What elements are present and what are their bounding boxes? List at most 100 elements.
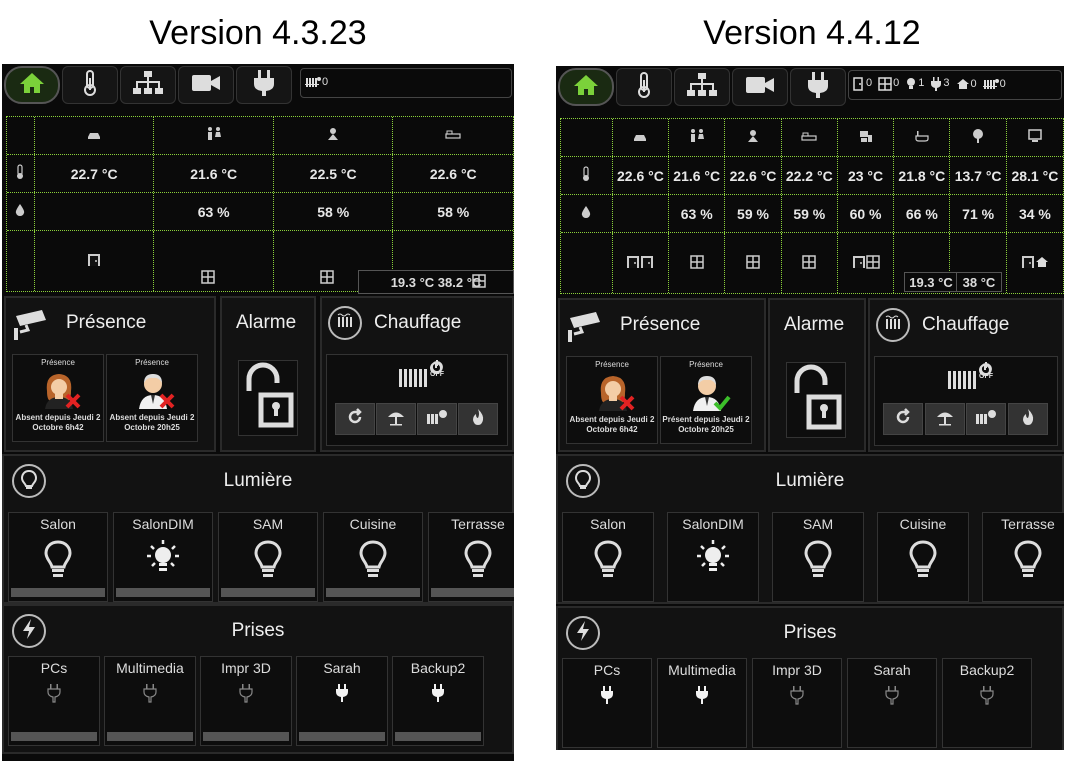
plug-tile[interactable]: Backup2 — [942, 658, 1032, 748]
nav-home-button[interactable] — [4, 66, 60, 104]
humidity-value: 58 % — [317, 203, 350, 220]
heat-auto-button[interactable] — [335, 403, 375, 435]
refresh-icon — [346, 407, 364, 431]
top-nav — [4, 66, 294, 104]
light-tile[interactable]: Terrasse — [428, 512, 514, 602]
grid-cell[interactable] — [154, 231, 274, 291]
light-tile[interactable]: SAM — [218, 512, 318, 602]
outdoor-temp-readout: 19.3 °C — [904, 272, 958, 292]
dashboard-panel-left: 0 22.7 °C 21.6 °C 22.5 °C 22.6 °C 63 % 58 % 58 … — [2, 64, 514, 761]
presence-card[interactable]: Présence Absent depuis Jeudi 2 Octobre 6h… — [566, 356, 658, 444]
nav-camera-button[interactable] — [732, 68, 788, 106]
plugs-section: Prises PCs Multimedia Impr 3D Sarah Backup2 — [2, 604, 514, 754]
humidity-value: 59 % — [793, 205, 826, 222]
alarm-toggle[interactable] — [238, 360, 298, 436]
light-label: Salon — [590, 516, 626, 532]
grid-cell: 22.6 °C — [393, 155, 513, 192]
status-count: 0 — [893, 76, 900, 89]
dimmer-slider[interactable] — [11, 588, 105, 597]
light-label: SAM — [802, 516, 834, 532]
presence-card[interactable]: Présence Absent depuis Jeudi 2 Octobre 20… — [106, 354, 198, 442]
grid-cell[interactable] — [1007, 233, 1063, 293]
plug-tile[interactable]: Multimedia — [657, 658, 747, 748]
nav-temperature-button[interactable] — [616, 68, 672, 106]
plug-tile[interactable]: PCs — [8, 656, 100, 746]
grid-row-header — [7, 117, 35, 154]
plug-tile[interactable]: PCs — [562, 658, 652, 748]
bulb-off-icon — [357, 539, 389, 579]
heat-comfort-button[interactable] — [1007, 403, 1048, 435]
light-label: SAM — [252, 516, 284, 532]
humidity-value: 58 % — [437, 203, 470, 220]
window-icon — [802, 254, 817, 272]
bath-icon — [915, 130, 929, 145]
light-tile[interactable]: SalonDIM — [113, 512, 213, 602]
presence-card[interactable]: Présence Absent depuis Jeudi 2 Octobre 6h… — [12, 354, 104, 442]
plug-tile[interactable]: Impr 3D — [752, 658, 842, 748]
presence-card[interactable]: Présence Présent depuis Jeudi 2 Octobre 2… — [660, 356, 752, 444]
grid-row: 63 % 58 % 58 % — [7, 193, 513, 231]
humidity-value: 60 % — [849, 205, 882, 222]
heat-holiday-button[interactable] — [376, 403, 416, 435]
light-label: Terrasse — [1001, 516, 1055, 532]
grid-cell: 21.6 °C — [669, 157, 726, 194]
nav-plugs-button[interactable] — [236, 66, 292, 104]
grid-cell[interactable] — [725, 233, 782, 293]
presence-card-header: Présence — [135, 358, 169, 367]
light-tile[interactable]: SalonDIM — [667, 512, 759, 602]
dimmer-slider[interactable] — [116, 588, 210, 597]
door-icon — [626, 255, 640, 272]
status-bar: 0 — [300, 68, 512, 98]
plug-tile[interactable]: Sarah — [296, 656, 388, 746]
light-label: Terrasse — [451, 516, 505, 532]
grid-cell: 66 % — [894, 195, 951, 232]
dimmer-slider[interactable] — [326, 588, 420, 597]
nav-network-button[interactable] — [674, 68, 730, 106]
heat-auto-button[interactable] — [883, 403, 923, 435]
light-tile[interactable]: Salon — [562, 512, 654, 602]
plugs-title: Prises — [231, 620, 285, 641]
alarm-toggle[interactable] — [786, 362, 846, 438]
plug-label: Backup2 — [959, 662, 1015, 678]
grid-cell[interactable] — [669, 233, 726, 293]
nav-camera-button[interactable] — [178, 66, 234, 104]
grid-cell: 21.6 °C — [154, 155, 274, 192]
plug-tile[interactable]: Backup2 — [392, 656, 484, 746]
heat-eco-button[interactable] — [417, 403, 457, 435]
plug-on-icon — [694, 685, 710, 705]
tree-icon — [972, 129, 984, 146]
plug-status-bar — [299, 732, 385, 741]
heat-comfort-button[interactable] — [458, 403, 498, 435]
heat-eco-button[interactable] — [966, 403, 1006, 435]
light-tile[interactable]: Salon — [8, 512, 108, 602]
grid-cell: 22.6 °C — [613, 157, 670, 194]
grid-cell[interactable] — [838, 233, 895, 293]
nav-home-button[interactable] — [558, 68, 614, 106]
light-tile[interactable]: SAM — [772, 512, 864, 602]
light-tile[interactable]: Cuisine — [877, 512, 969, 602]
nav-temperature-button[interactable] — [62, 66, 118, 104]
status-item: 0 — [878, 77, 899, 94]
plug-tile[interactable]: Multimedia — [104, 656, 196, 746]
grid-cell: 22.2 °C — [782, 157, 838, 194]
grid-cell[interactable] — [35, 231, 155, 291]
dimmer-slider[interactable] — [221, 588, 315, 597]
heat-holiday-button[interactable] — [924, 403, 965, 435]
nav-plugs-button[interactable] — [790, 68, 846, 106]
status-bar: 0 0 1 3 0 0 — [848, 70, 1062, 100]
status-item: 0 — [982, 78, 1006, 93]
grid-cell[interactable] — [782, 233, 838, 293]
dimmer-slider[interactable] — [431, 588, 514, 597]
plug-tile[interactable]: Impr 3D — [200, 656, 292, 746]
grid-cell: 22.5 °C — [274, 155, 394, 192]
flame-icon — [1020, 408, 1036, 431]
grid-cell: 59 % — [782, 195, 838, 232]
presence-status: Absent depuis Jeudi 2 Octobre 6h42 — [15, 413, 101, 432]
light-tile[interactable]: Terrasse — [982, 512, 1064, 602]
plug-tile[interactable]: Sarah — [847, 658, 937, 748]
light-tile[interactable]: Cuisine — [323, 512, 423, 602]
house-icon — [956, 78, 970, 93]
status-count: 0 — [970, 77, 977, 90]
nav-network-button[interactable] — [120, 66, 176, 104]
grid-cell[interactable] — [613, 233, 670, 293]
